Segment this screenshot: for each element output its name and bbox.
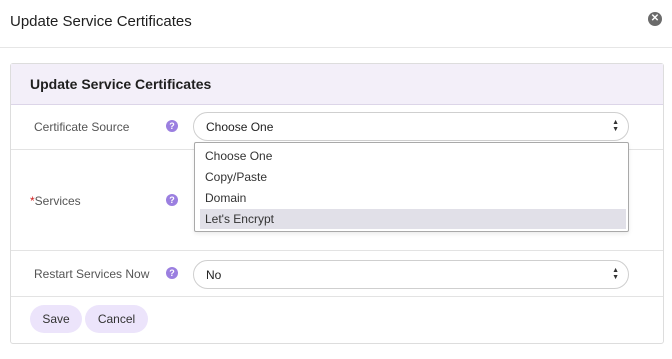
services-help-icon[interactable]: ? (166, 194, 178, 206)
row-divider (11, 250, 663, 251)
row-divider (11, 296, 663, 297)
certificate-source-label: Certificate Source (34, 120, 130, 134)
certificate-source-dropdown: Choose One Copy/Paste Domain Let's Encry… (194, 142, 629, 232)
services-label: *Services (30, 194, 81, 208)
restart-services-select[interactable]: No ▲ ▼ (193, 260, 629, 289)
dropdown-option-domain[interactable]: Domain (200, 188, 626, 208)
modal-title: Update Service Certificates (10, 13, 192, 30)
certificates-panel: Update Service Certificates Certificate … (10, 63, 664, 344)
save-button[interactable]: Save (30, 305, 82, 333)
certificate-source-help-icon[interactable]: ? (166, 120, 178, 132)
restart-services-label: Restart Services Now (34, 267, 150, 281)
modal-header: Update Service Certificates ✕ (0, 0, 672, 48)
close-icon[interactable]: ✕ (648, 12, 662, 26)
certificate-source-select[interactable]: Choose One ▲ ▼ (193, 112, 629, 141)
dropdown-option-copy-paste[interactable]: Copy/Paste (200, 167, 626, 187)
restart-services-help-icon[interactable]: ? (166, 267, 178, 279)
panel-title: Update Service Certificates (30, 76, 212, 92)
dropdown-option-lets-encrypt[interactable]: Let's Encrypt (200, 209, 626, 229)
cancel-button[interactable]: Cancel (85, 305, 148, 333)
dropdown-option-choose-one[interactable]: Choose One (200, 146, 626, 166)
up-down-arrows-icon: ▲ ▼ (612, 119, 619, 133)
restart-services-value: No (206, 268, 222, 282)
up-down-arrows-icon: ▲ ▼ (612, 267, 619, 281)
services-label-text: Services (34, 194, 81, 208)
certificate-source-value: Choose One (206, 120, 274, 134)
panel-header: Update Service Certificates (11, 64, 663, 105)
